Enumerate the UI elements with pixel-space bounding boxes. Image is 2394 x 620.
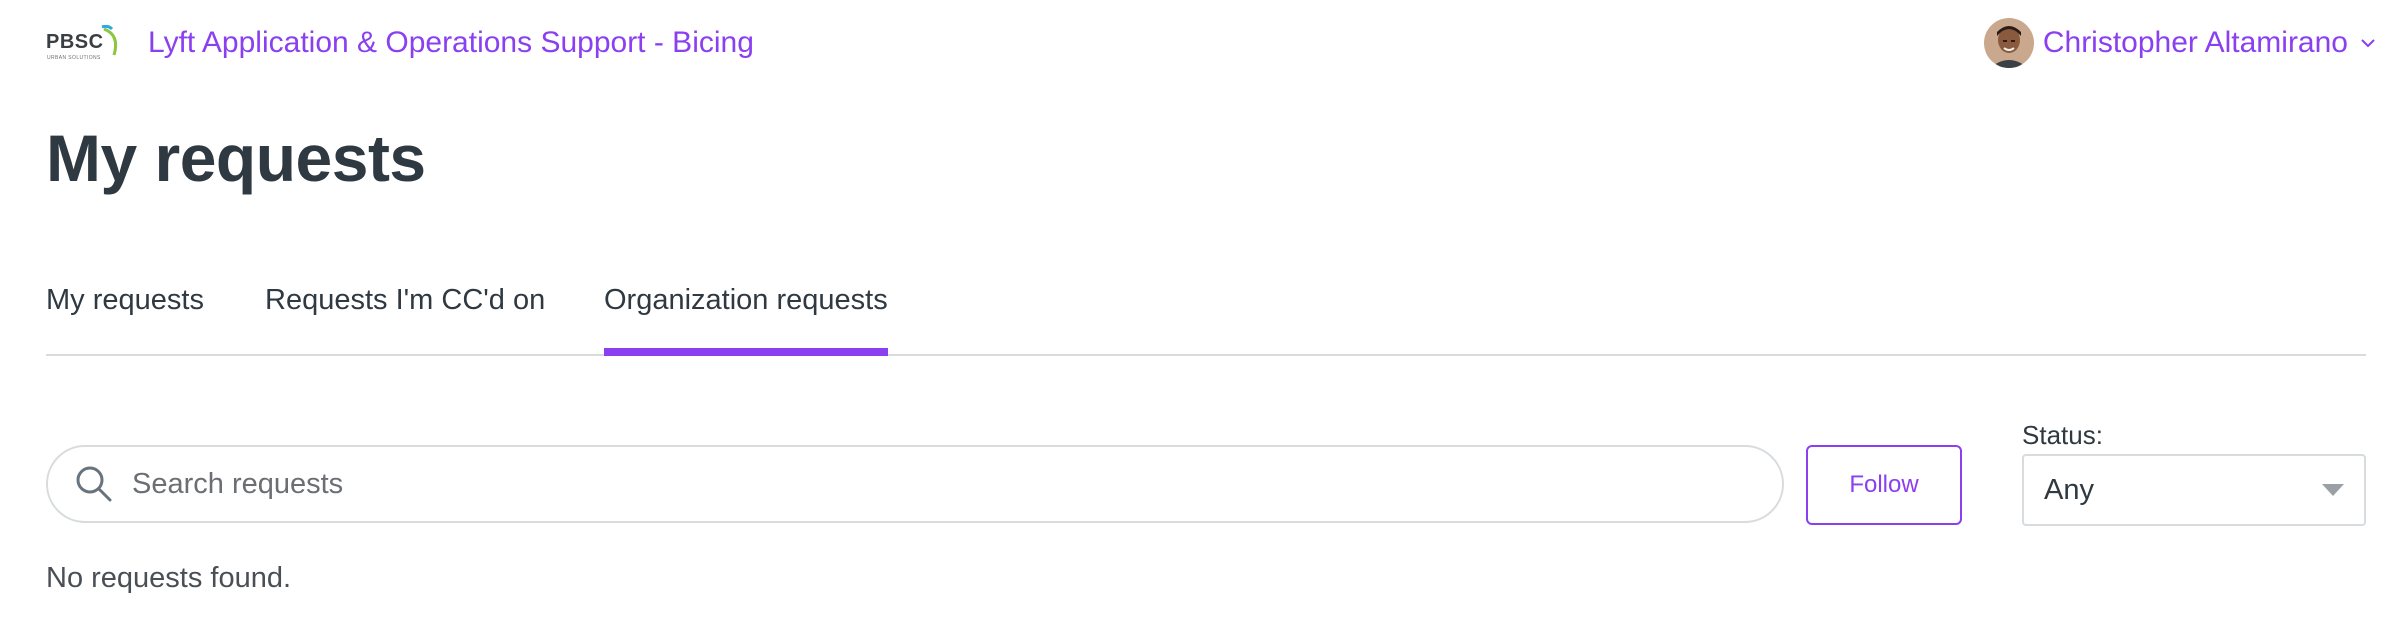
page: PBSC URBAN SOLUTIONS Lyft Application & …	[0, 0, 2394, 620]
logo-arc-icon	[101, 25, 118, 56]
avatar[interactable]	[1983, 18, 2034, 68]
empty-state-message: No requests found.	[46, 562, 292, 594]
status-label: Status:	[2022, 420, 2103, 450]
request-tabs: My requests Requests I'm CC'd on Organiz…	[46, 270, 2366, 356]
tab-label: Requests I'm CC'd on	[265, 284, 546, 316]
search-input[interactable]	[130, 466, 1734, 502]
status-select[interactable]: Any	[2022, 454, 2366, 526]
tab-label: Organization requests	[604, 284, 888, 316]
user-name[interactable]: Christopher Altamirano	[2043, 26, 2348, 60]
tab-my-requests[interactable]: My requests	[46, 284, 204, 354]
search-box[interactable]	[46, 445, 1784, 523]
logo-subtext: URBAN SOLUTIONS	[47, 55, 101, 61]
tab-organization-requests[interactable]: Organization requests	[604, 284, 888, 356]
tab-label: My requests	[46, 284, 204, 316]
active-tab-indicator	[604, 348, 888, 356]
page-title: My requests	[46, 121, 426, 195]
user-menu[interactable]: Christopher Altamirano	[1983, 18, 2376, 68]
chevron-down-icon[interactable]	[2360, 38, 2376, 48]
brand-title-link[interactable]: Lyft Application & Operations Support - …	[148, 26, 754, 60]
tab-cc-requests[interactable]: Requests I'm CC'd on	[265, 284, 545, 354]
avatar-image	[1983, 18, 2034, 68]
status-selected-value: Any	[2044, 473, 2094, 506]
search-icon	[74, 464, 114, 504]
pbsc-logo[interactable]: PBSC URBAN SOLUTIONS	[46, 21, 122, 65]
caret-down-icon	[2322, 484, 2344, 496]
follow-button[interactable]: Follow	[1806, 445, 1962, 525]
top-header: PBSC URBAN SOLUTIONS Lyft Application & …	[46, 18, 2376, 68]
logo-text: PBSC	[46, 31, 104, 53]
header-brand: PBSC URBAN SOLUTIONS Lyft Application & …	[46, 21, 754, 65]
